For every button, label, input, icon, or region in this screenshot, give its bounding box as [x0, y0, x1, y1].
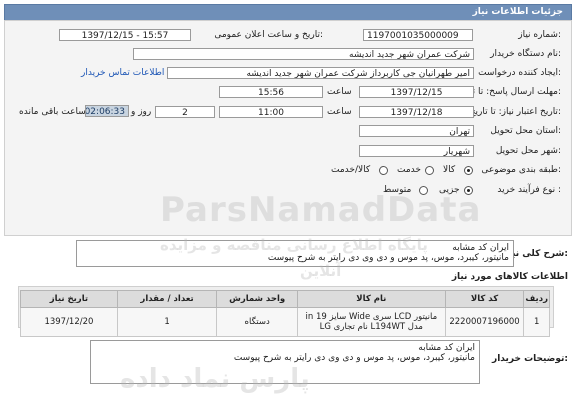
- buyer-contact-link[interactable]: اطلاعات تماس خریدار: [81, 68, 164, 78]
- category-both-label: کالا/خدمت: [331, 165, 371, 175]
- category-goods-label: کالا: [443, 165, 456, 175]
- days-label: روز و: [131, 107, 152, 117]
- cell-qty: 1: [116, 307, 218, 337]
- items-section-title: اطلاعات کالاهای مورد نیاز: [451, 272, 568, 282]
- buyer-org-field: شرکت عمران شهر جدید اندیشه: [133, 48, 474, 60]
- category-label: طبقه بندی موضوعی:: [481, 165, 561, 175]
- buyer-org-label: نام دستگاه خریدار:: [490, 49, 561, 59]
- col-unit: واحد شمارش: [216, 290, 299, 308]
- summary-line-2: مانیتور، کیبرد، موس، پد موس و دی وی دی ر…: [267, 253, 509, 263]
- province-field: تهران: [359, 125, 474, 137]
- announce-date-label: تاریخ و ساعت اعلان عمومی:: [214, 30, 323, 40]
- process-label: نوع فرآیند خرید :: [497, 185, 561, 195]
- process-medium-radio[interactable]: [419, 186, 428, 195]
- category-service-radio[interactable]: [425, 166, 434, 175]
- cell-code: 2220007196000: [444, 307, 525, 337]
- col-date: تاریخ نیاز: [20, 290, 118, 308]
- validity-label: تاریخ اعتبار نیاز: تا تاریخ:: [469, 107, 561, 117]
- category-goods-radio[interactable]: [464, 166, 473, 175]
- category-both-radio[interactable]: [379, 166, 388, 175]
- col-name: نام کالا: [297, 290, 446, 308]
- province-label: استان محل تحویل:: [490, 126, 561, 136]
- cell-date: 1397/12/20: [20, 307, 118, 337]
- remaining-label: ساعت باقی مانده: [19, 107, 86, 117]
- city-label: شهر محل تحویل:: [495, 146, 561, 156]
- validity-date: 1397/12/18: [359, 106, 474, 118]
- buyer-notes-line-2: مانیتور، کیبرد، موس، پد موس و دی وی دی ر…: [233, 353, 475, 363]
- response-deadline-date: 1397/12/15: [359, 86, 474, 98]
- need-number-label: شماره نیاز:: [518, 30, 561, 40]
- process-minor-label: جزیی: [439, 185, 460, 195]
- days-remaining: 2: [155, 106, 215, 118]
- remaining-timer: 02:06:33: [85, 105, 129, 117]
- col-row: ردیف: [523, 290, 550, 308]
- cell-row: 1: [523, 307, 550, 337]
- buyer-notes-box: ایران کد مشابه مانیتور، کیبرد، موس، پد م…: [90, 340, 480, 384]
- buyer-notes-label: توضیحات خریدار:: [492, 354, 568, 364]
- summary-box: ایران کد مشابه مانیتور، کیبرد، موس، پد م…: [76, 240, 514, 267]
- process-minor-radio[interactable]: [464, 186, 473, 195]
- table-row[interactable]: 1 2220007196000 مانیتور LCD سری Wide سای…: [20, 307, 550, 337]
- response-time-label: ساعت: [327, 87, 352, 97]
- need-details-panel: شماره نیاز: 1197001035000009 تاریخ و ساع…: [4, 20, 572, 236]
- page-title: جزئیات اطلاعات نیاز: [472, 7, 563, 17]
- validity-time: 11:00: [219, 106, 323, 118]
- city-field: شهریار: [359, 145, 474, 157]
- col-code: کد کالا: [444, 290, 525, 308]
- cell-unit: دستگاه: [216, 307, 299, 337]
- summary-line-1: ایران کد مشابه: [452, 243, 509, 253]
- announce-date-field: 1397/12/15 - 15:57: [59, 29, 191, 41]
- requester-label: ایجاد کننده درخواست:: [478, 68, 561, 78]
- col-qty: تعداد / مقدار: [116, 290, 218, 308]
- validity-time-label: ساعت: [327, 107, 352, 117]
- response-deadline-time: 15:56: [219, 86, 323, 98]
- requester-field: امیر طهرانیان جی کاربرداز شرکت عمران شهر…: [167, 67, 474, 79]
- need-number-field: 1197001035000009: [363, 29, 473, 41]
- cell-name: مانیتور LCD سری Wide سایز 19 in مدل L194…: [297, 307, 446, 337]
- buyer-notes-line-1: ایران کد مشابه: [418, 343, 475, 353]
- items-table: ردیف کد کالا نام کالا واحد شمارش تعداد /…: [20, 290, 550, 337]
- process-medium-label: متوسط: [383, 185, 412, 195]
- category-service-label: خدمت: [397, 165, 421, 175]
